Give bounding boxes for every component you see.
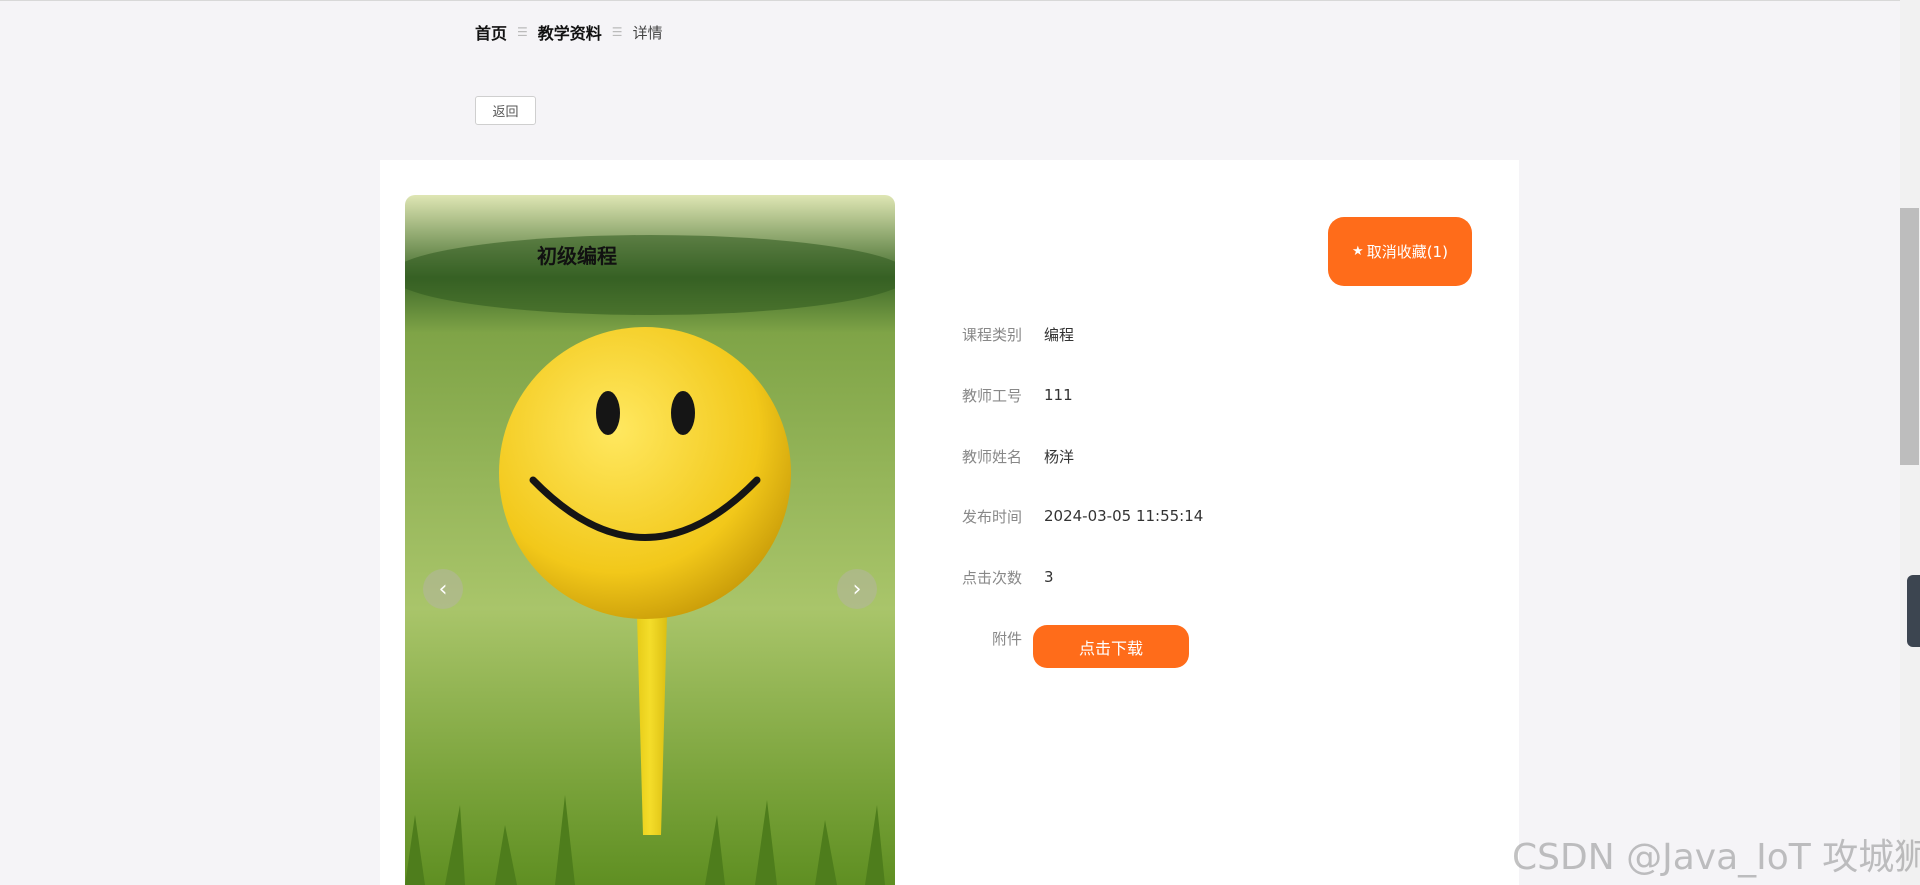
field-click-count: 点击次数 3 [900,565,1054,589]
side-widget[interactable] [1907,575,1920,647]
download-button[interactable]: 点击下载 [1033,625,1189,668]
field-label: 教师姓名 [961,447,1022,466]
field-value: 杨洋 [1044,447,1075,466]
course-title: 初级编程 [537,244,617,268]
carousel-next-button[interactable]: › [837,569,877,609]
breadcrumb-current: 详情 [632,23,663,42]
field-publish-time: 发布时间 2024-03-05 11:55:14 [900,504,1203,528]
breadcrumb-section[interactable]: 教学资料 [538,20,602,44]
field-teacher-name: 教师姓名 杨洋 [900,444,1074,468]
star-icon: ★ [1352,244,1364,259]
field-label: 课程类别 [961,325,1022,344]
unfavorite-label: 取消收藏(1) [1366,243,1448,261]
breadcrumb-separator: ☰ [517,25,528,39]
carousel-prev-button[interactable]: ‹ [423,569,463,609]
field-value: 2024-03-05 11:55:14 [1044,507,1204,525]
field-label: 发布时间 [961,507,1022,526]
field-label: 点击次数 [961,568,1022,587]
field-label: 教师工号 [961,386,1022,405]
course-image [405,195,895,885]
breadcrumb: 首页 ☰ 教学资料 ☰ 详情 [475,20,663,44]
attachment-label: 附件 [991,630,1022,648]
scrollbar-thumb[interactable] [1900,208,1919,465]
field-teacher-id: 教师工号 111 [900,383,1073,407]
unfavorite-button[interactable]: ★ 取消收藏(1) [1328,217,1472,286]
field-value: 3 [1044,568,1054,586]
field-value: 111 [1044,386,1073,404]
breadcrumb-home[interactable]: 首页 [475,20,507,44]
field-value: 编程 [1044,325,1075,344]
top-border [0,0,1900,1]
breadcrumb-separator: ☰ [611,25,623,39]
back-button[interactable]: 返回 [475,96,536,125]
image-carousel[interactable]: ‹ › [405,195,895,885]
field-category: 课程类别 编程 [900,322,1074,346]
watermark: CSDN @Java_IoT 攻城狮 [1512,837,1920,878]
